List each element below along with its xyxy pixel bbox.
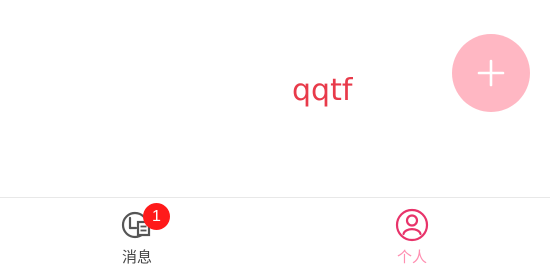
tab-profile[interactable]: 个人	[275, 198, 550, 275]
tab-messages[interactable]: 1 消息	[0, 198, 275, 275]
main-text: qqtf	[292, 73, 353, 108]
main-content: qqtf	[0, 0, 550, 197]
app-screen: qqtf 1 消息 个人	[0, 0, 550, 275]
tab-messages-label: 消息	[121, 248, 152, 266]
add-button[interactable]	[452, 34, 530, 112]
bottom-tab-bar: 1 消息 个人	[0, 197, 550, 275]
plus-icon	[477, 59, 505, 87]
person-icon	[395, 208, 429, 242]
tab-profile-label: 个人	[396, 248, 427, 266]
unread-badge: 1	[143, 203, 170, 230]
